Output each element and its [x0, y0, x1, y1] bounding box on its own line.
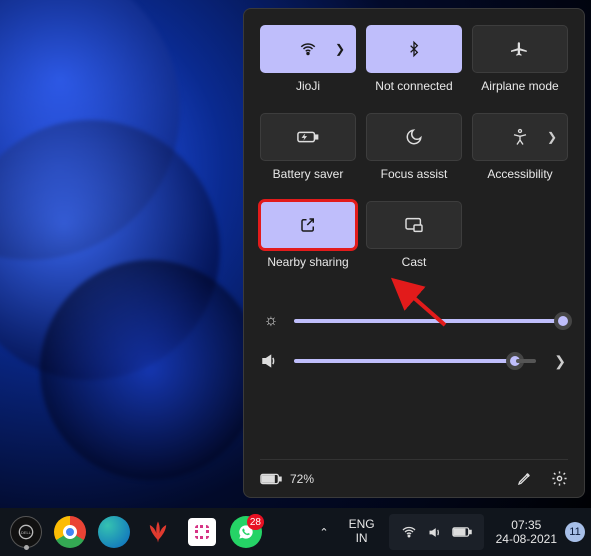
lang-top: ENG [349, 518, 375, 532]
sliders-section: ☼ ❯ [260, 301, 568, 381]
share-icon [299, 216, 317, 234]
chevron-right-icon[interactable]: ❯ [335, 42, 345, 56]
bluetooth-icon [406, 39, 422, 59]
brightness-slider[interactable] [294, 319, 568, 323]
taskbar-app-chrome[interactable] [50, 512, 90, 552]
taskbar-app-edge[interactable] [94, 512, 134, 552]
cast-tile[interactable] [366, 201, 462, 249]
clock-button[interactable]: 07:35 24-08-2021 [488, 508, 565, 556]
volume-thumb[interactable] [506, 352, 524, 370]
pencil-icon [517, 470, 533, 486]
volume-expand-button[interactable]: ❯ [546, 349, 568, 374]
airplane-icon [511, 40, 529, 58]
taskbar: DELL 28 ⌃ [0, 508, 591, 556]
svg-text:DELL: DELL [21, 530, 32, 535]
accessibility-label: Accessibility [472, 167, 568, 181]
language-button[interactable]: ENG IN [339, 508, 385, 556]
tray-overflow-button[interactable]: ⌃ [309, 508, 338, 556]
system-tray-button[interactable] [389, 514, 484, 550]
bluetooth-label: Not connected [366, 79, 462, 93]
clock-time: 07:35 [511, 518, 541, 532]
taskbar-app-huawei[interactable] [138, 512, 178, 552]
brightness-icon: ☼ [260, 312, 282, 330]
quick-settings-flyout: ❯ JioJi Not connected Airplane mode Batt… [243, 8, 585, 498]
battery-icon [452, 526, 472, 538]
airplane-mode-label: Airplane mode [472, 79, 568, 93]
airplane-mode-tile[interactable] [472, 25, 568, 73]
volume-slider-row: ❯ [260, 341, 568, 381]
edit-quick-settings-button[interactable] [517, 470, 533, 487]
volume-icon [260, 352, 282, 370]
battery-saver-icon [297, 130, 319, 144]
battery-saver-label: Battery saver [260, 167, 356, 181]
whatsapp-badge: 28 [247, 514, 264, 530]
wifi-icon [299, 40, 317, 58]
nearby-sharing-label: Nearby sharing [260, 255, 356, 269]
accessibility-icon [511, 128, 529, 146]
settings-button[interactable] [551, 470, 568, 487]
brightness-thumb[interactable] [554, 312, 572, 330]
lang-bottom: IN [356, 532, 368, 546]
flyout-footer: 72% [260, 459, 568, 487]
bluetooth-tile[interactable] [366, 25, 462, 73]
volume-icon [427, 525, 442, 540]
focus-assist-label: Focus assist [366, 167, 462, 181]
wifi-tile[interactable]: ❯ [260, 25, 356, 73]
focus-assist-tile[interactable] [366, 113, 462, 161]
volume-slider[interactable] [294, 359, 534, 363]
battery-percent: 72% [290, 472, 314, 486]
moon-icon [405, 128, 423, 146]
chevron-right-icon[interactable]: ❯ [547, 130, 557, 144]
notifications-button[interactable]: 11 [565, 522, 585, 542]
brightness-slider-row: ☼ [260, 301, 568, 341]
taskbar-app-screenrec[interactable] [182, 512, 222, 552]
cast-icon [404, 217, 424, 233]
start-button[interactable]: DELL [6, 512, 46, 552]
battery-saver-tile[interactable] [260, 113, 356, 161]
cast-label: Cast [366, 255, 462, 269]
nearby-sharing-tile[interactable] [260, 201, 356, 249]
clock-date: 24-08-2021 [496, 532, 557, 546]
dell-icon: DELL [18, 524, 34, 540]
chevron-up-icon: ⌃ [319, 526, 328, 539]
wifi-label: JioJi [260, 79, 356, 93]
gear-icon [551, 470, 568, 487]
battery-icon [260, 473, 282, 485]
battery-status[interactable]: 72% [260, 472, 314, 486]
accessibility-tile[interactable]: ❯ [472, 113, 568, 161]
huawei-icon [144, 518, 172, 546]
taskbar-app-whatsapp[interactable]: 28 [226, 512, 266, 552]
wifi-icon [401, 524, 417, 540]
quick-tiles-grid: ❯ JioJi Not connected Airplane mode Batt… [260, 25, 568, 283]
